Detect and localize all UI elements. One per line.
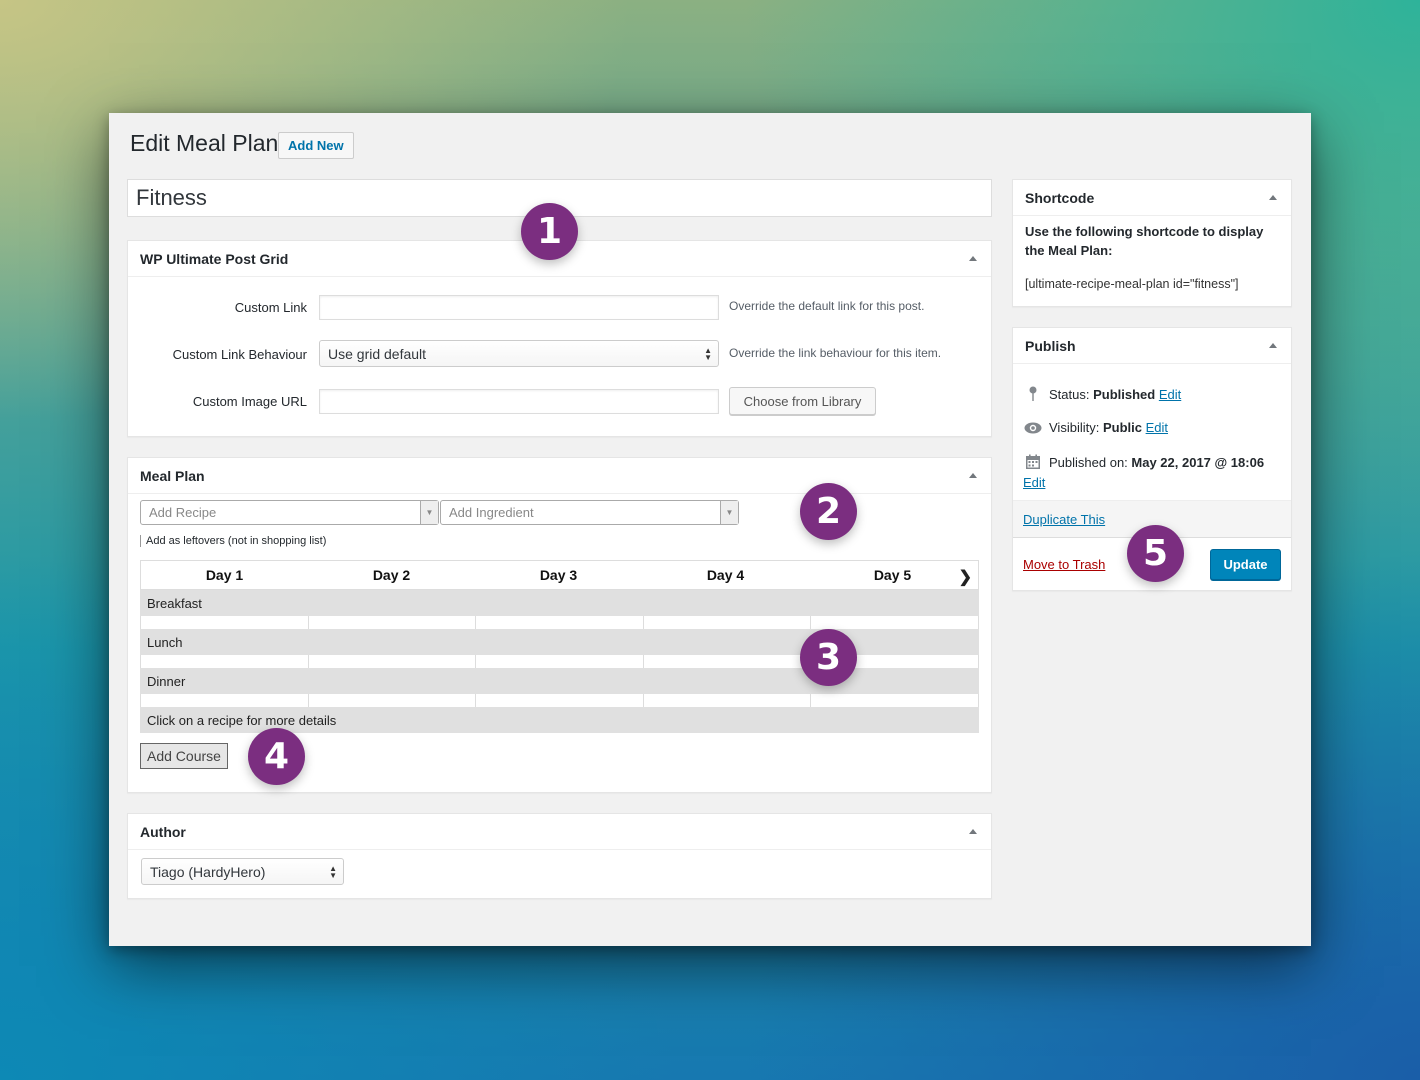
leftovers-option[interactable]: Add as leftovers (not in shopping list) [140,535,326,547]
shortcode-title: Shortcode [1025,189,1095,206]
meal-slot[interactable] [644,616,812,629]
add-recipe-placeholder: Add Recipe [149,505,217,520]
published-label: Published on: [1049,454,1128,470]
meal-slot[interactable] [309,616,477,629]
meal-slot-row [140,616,979,629]
meal-slot[interactable] [811,694,979,707]
link-behaviour-help: Override the link behaviour for this ite… [729,346,942,360]
meal-slot[interactable] [309,655,477,668]
meal-slot[interactable] [644,655,812,668]
meal-plan-title: Meal Plan [140,467,205,484]
select-arrows-icon: ▲ ▼ [329,864,337,880]
day-header: Day 5 [873,567,912,583]
meal-slot[interactable] [309,694,477,707]
pin-icon [1023,386,1043,402]
status-edit-link[interactable]: Edit [1159,387,1181,402]
duplicate-link[interactable]: Duplicate This [1023,512,1105,527]
post-grid-box: WP Ultimate Post Grid Custom Link Overri… [127,240,992,437]
visibility-value: Public [1102,420,1142,435]
published-value: May 22, 2017 @ 18:06 [1131,454,1265,470]
add-ingredient-placeholder: Add Ingredient [449,505,534,520]
author-box: Author Tiago (HardyHero) ▲ ▼ [127,813,992,899]
collapse-arrow-icon[interactable] [969,829,977,834]
eye-icon [1023,422,1043,434]
meal-plan-header[interactable]: Meal Plan [128,458,991,494]
custom-link-label: Custom Link [234,300,307,315]
meal-slot[interactable] [476,616,644,629]
add-new-button[interactable]: Add New [278,132,354,159]
collapse-arrow-icon[interactable] [969,473,977,478]
callout-badge: 5 [1127,525,1184,582]
meal-slot[interactable] [476,694,644,707]
link-behaviour-select[interactable]: Use grid default ▲ ▼ [319,340,719,367]
callout-badge: 2 [800,483,857,540]
meal-slot[interactable] [811,616,979,629]
callout-badge: 4 [248,728,305,785]
course-row: Dinner [140,668,979,694]
choose-library-button[interactable]: Choose from Library [729,387,876,415]
dropdown-arrow-icon: ▼ [420,501,438,524]
visibility-edit-link[interactable]: Edit [1146,420,1168,435]
publish-header[interactable]: Publish [1013,328,1291,364]
status-value: Published [1093,386,1156,402]
collapse-arrow-icon[interactable] [1269,343,1277,348]
meal-slot-row [140,694,979,707]
visibility-label: Visibility: [1049,420,1100,435]
callout-badge: 3 [800,629,857,686]
shortcode-description: Use the following shortcode to display t… [1025,224,1264,258]
image-url-input[interactable] [319,389,719,414]
chevron-right-icon[interactable]: ❯ [959,567,972,587]
custom-link-help: Override the default link for this post. [729,299,925,313]
link-behaviour-label: Custom Link Behaviour [172,347,307,362]
meal-slot[interactable] [140,616,309,629]
author-select[interactable]: Tiago (HardyHero) ▲ ▼ [141,858,344,885]
visibility-row: Visibility: Public Edit [1023,420,1168,435]
page-title: Edit Meal Plan [130,130,279,156]
select-arrows-icon: ▲ ▼ [704,346,712,362]
published-edit-link[interactable]: Edit [1023,475,1045,490]
day-header: Day 1 [205,567,244,583]
add-ingredient-select[interactable]: Add Ingredient ▼ [440,500,739,525]
meal-slot[interactable] [644,694,812,707]
custom-link-input[interactable] [319,295,719,320]
shortcode-code[interactable]: [ultimate-recipe-meal-plan id="fitness"] [1025,277,1238,291]
admin-window: Edit Meal Plan Add New Fitness WP Ultima… [109,113,1311,946]
update-button[interactable]: Update [1210,549,1281,580]
day-header: Day 2 [372,567,411,583]
day-header: Day 4 [706,567,745,583]
image-url-label: Custom Image URL [192,394,307,409]
day-header: Day 3 [539,567,578,583]
meal-slot[interactable] [140,655,309,668]
published-on-row: Published on: May 22, 2017 @ 18:06 [1023,454,1264,470]
add-course-button[interactable]: Add Course [140,743,228,769]
link-behaviour-value: Use grid default [328,345,427,362]
add-recipe-select[interactable]: Add Recipe ▼ [140,500,439,525]
meal-plan-days-header: Day 1 Day 2 Day 3 Day 4 Day 5 ❯ [140,560,979,590]
shortcode-header[interactable]: Shortcode [1013,180,1291,216]
callout-badge: 1 [521,203,578,260]
collapse-arrow-icon[interactable] [1269,195,1277,200]
author-header[interactable]: Author [128,814,991,850]
author-value: Tiago (HardyHero) [150,863,266,880]
calendar-icon [1023,454,1043,470]
collapse-arrow-icon[interactable] [969,256,977,261]
dropdown-arrow-icon: ▼ [720,501,738,524]
shortcode-box: Shortcode Use the following shortcode to… [1012,179,1292,307]
move-to-trash-link[interactable]: Move to Trash [1023,557,1105,572]
course-row: Breakfast [140,590,979,616]
status-row: Status: Published Edit [1023,386,1181,402]
status-label: Status: [1049,386,1090,402]
meal-slot[interactable] [476,655,644,668]
meal-slot[interactable] [140,694,309,707]
author-title: Author [140,823,186,840]
post-grid-title: WP Ultimate Post Grid [140,250,289,267]
publish-title: Publish [1025,337,1076,354]
